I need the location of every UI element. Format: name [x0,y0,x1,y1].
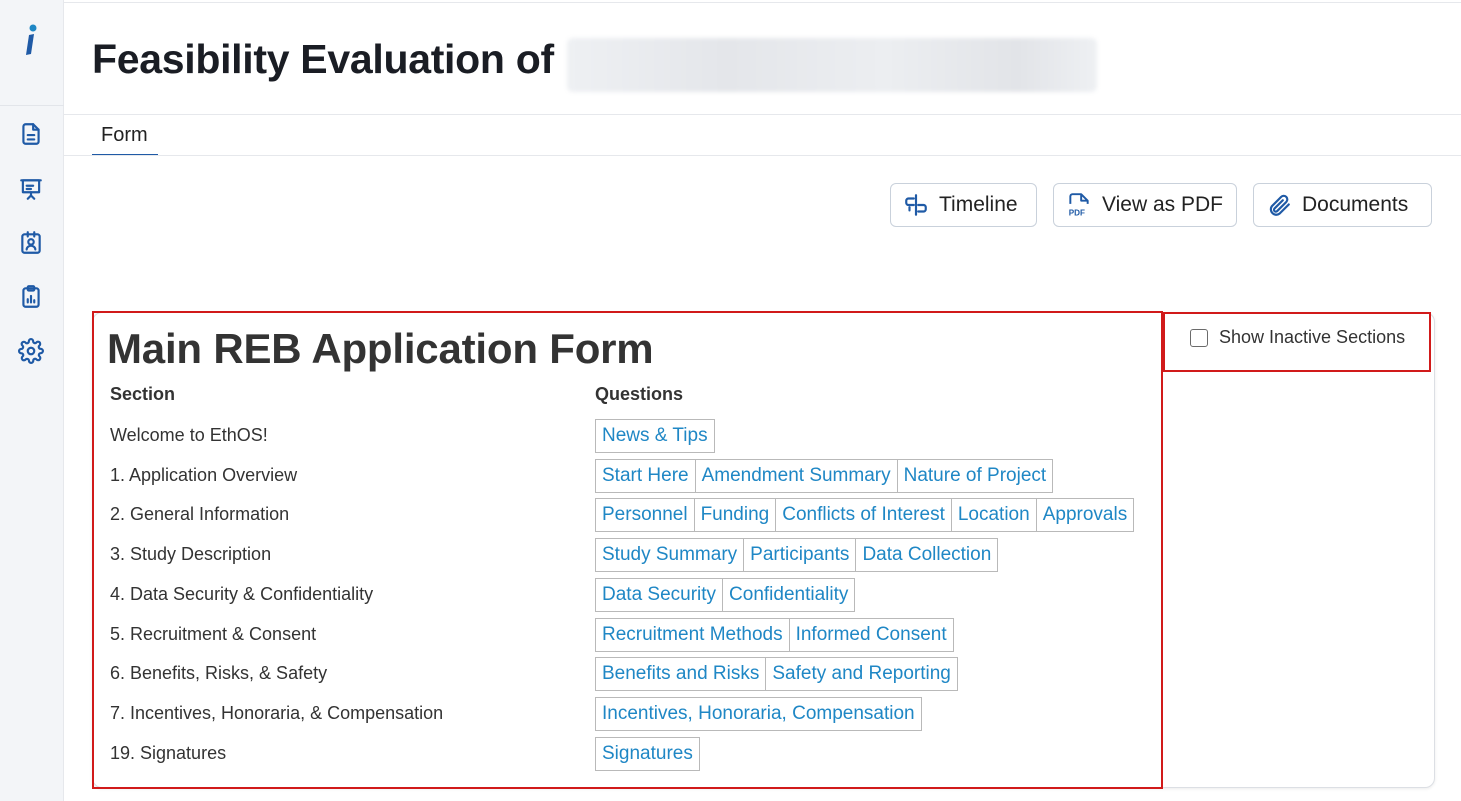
highlight-box-form [92,311,1163,789]
presentation-icon[interactable] [18,176,44,202]
view-as-pdf-button[interactable]: PDF View as PDF [1053,183,1237,227]
gear-icon[interactable] [18,338,44,364]
documents-button[interactable]: Documents [1253,183,1432,227]
clipboard-chart-icon[interactable] [18,284,44,310]
document-icon[interactable] [18,121,44,147]
header-divider [64,114,1461,115]
tab-form[interactable]: Form [92,116,158,156]
app-logo[interactable] [20,22,42,58]
tab-divider [64,155,1461,156]
redacted-title-text [567,38,1097,92]
svg-text:PDF: PDF [1069,208,1085,217]
top-border [0,2,1461,3]
documents-label: Documents [1302,193,1409,216]
page-title: Feasibility Evaluation of [92,36,554,82]
timeline-button[interactable]: Timeline [890,183,1037,227]
pdf-file-icon: PDF [1066,192,1092,218]
contact-card-icon[interactable] [18,230,44,256]
highlight-box-inactive-toggle [1163,312,1431,372]
paperclip-icon [1266,192,1292,218]
timeline-label: Timeline [939,193,1018,216]
timeline-icon [903,192,929,218]
view-as-pdf-label: View as PDF [1102,193,1223,216]
sidebar [0,0,64,801]
sidebar-divider [0,105,64,106]
